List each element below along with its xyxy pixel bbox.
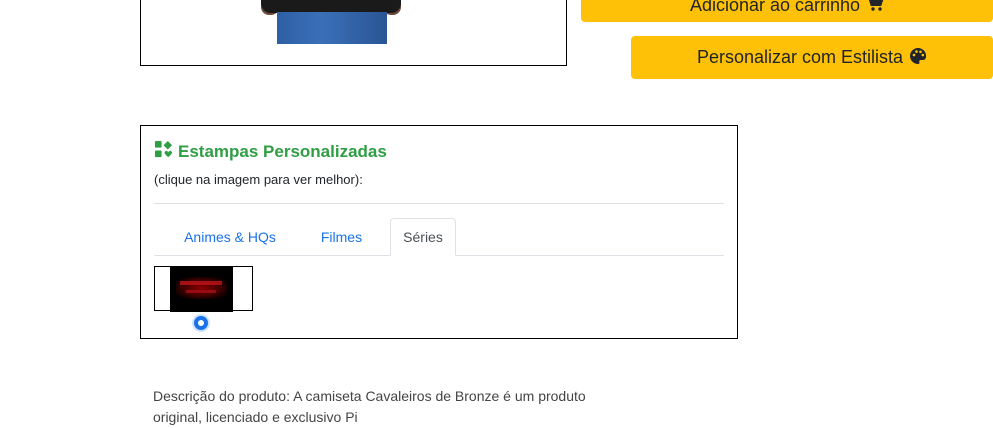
print-select-radio[interactable] [194, 316, 208, 330]
custom-prints-panel: Estampas Personalizadas (clique na image… [140, 125, 738, 339]
product-description: Descrição do produto: A camiseta Cavalei… [153, 388, 586, 425]
print-logo-line [180, 281, 222, 285]
radio-checked-dot [198, 320, 204, 326]
custom-prints-heading: Estampas Personalizadas [154, 140, 387, 164]
product-image[interactable] [140, 0, 567, 66]
add-to-cart-label: Adicionar ao carrinho [689, 0, 861, 15]
custom-prints-title: Estampas Personalizadas [178, 142, 387, 161]
tab-filmes[interactable]: Filmes [304, 218, 379, 255]
add-to-cart-button[interactable]: Adicionar ao carrinho [581, 0, 993, 22]
palette-icon [909, 47, 927, 68]
print-logo-line [186, 290, 216, 293]
divider [154, 203, 724, 204]
customize-with-stylist-button[interactable]: Personalizar com Estilista [631, 36, 993, 79]
tab-animes-hqs[interactable]: Animes & HQs [170, 218, 290, 255]
stylist-button-label: Personalizar com Estilista [696, 47, 904, 67]
custom-prints-subtitle: (clique na imagem para ver melhor): [154, 172, 363, 187]
shopping-cart-icon [866, 0, 884, 15]
custom-prints-icon [154, 140, 173, 164]
model-jeans [277, 12, 387, 44]
print-thumbnail-card[interactable] [154, 266, 253, 312]
tab-series[interactable]: Séries [390, 218, 456, 256]
stranger-things-print-image[interactable] [170, 267, 233, 312]
print-category-tabs: Animes & HQs Filmes Séries [154, 218, 724, 256]
